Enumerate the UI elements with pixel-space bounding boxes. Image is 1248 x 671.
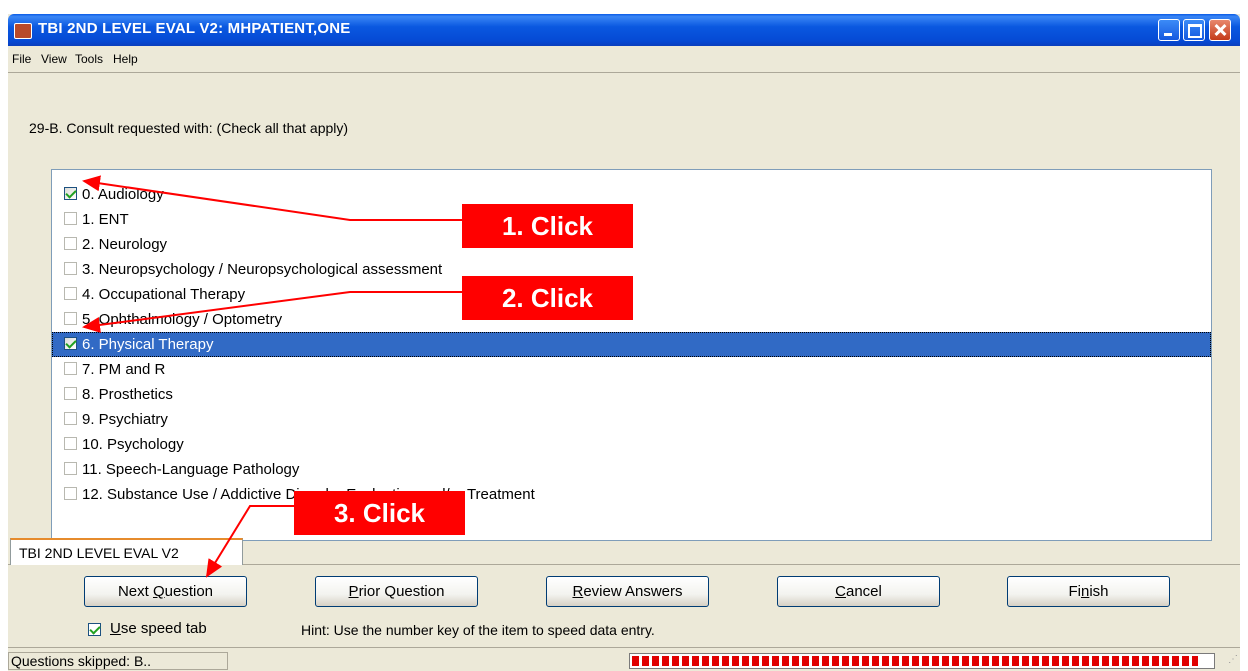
arrow-2 — [82, 291, 462, 333]
arrow-3 — [205, 505, 294, 578]
arrow-1 — [82, 175, 462, 221]
annotation-arrows — [82, 175, 462, 578]
